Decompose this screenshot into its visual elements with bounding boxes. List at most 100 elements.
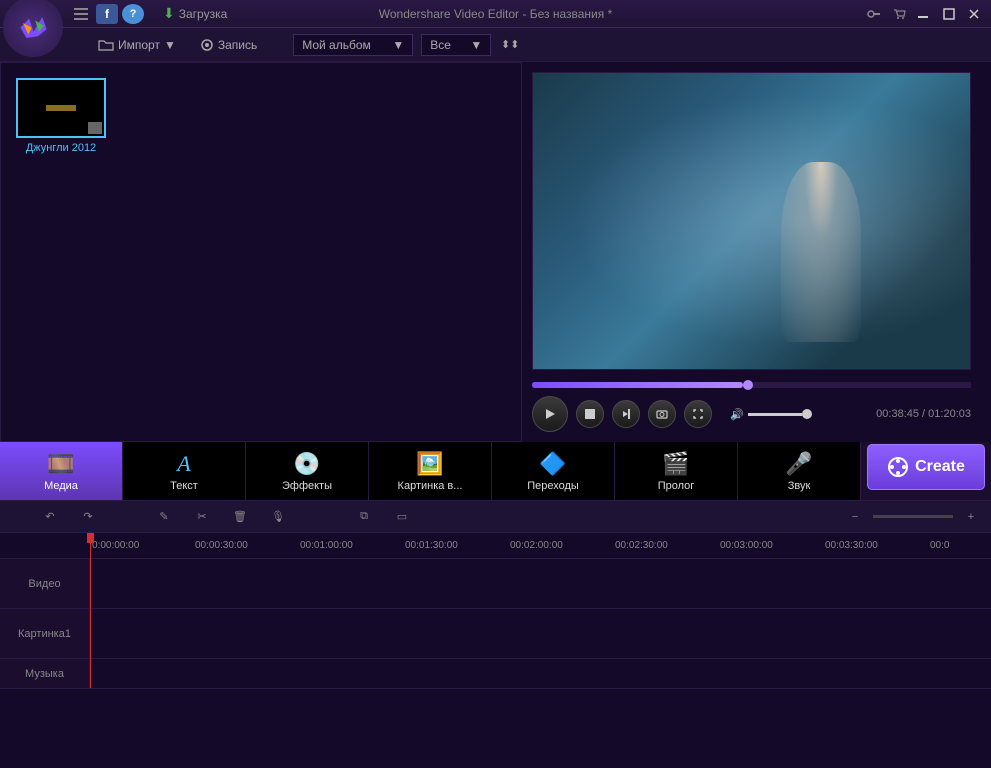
- filter-dropdown[interactable]: Все ▼: [421, 34, 491, 56]
- record-icon: [200, 38, 214, 52]
- media-thumbnail[interactable]: [16, 78, 106, 138]
- ruler-mark: 00:02:00:00: [510, 540, 563, 551]
- zoom-slider[interactable]: [873, 515, 953, 518]
- record-label: Запись: [218, 38, 257, 52]
- zoom-in-button[interactable]: +: [961, 507, 981, 527]
- record-button[interactable]: Запись: [192, 36, 265, 54]
- download-button[interactable]: ⬇ Загрузка: [163, 5, 227, 22]
- import-label: Импорт: [118, 38, 160, 52]
- volume-slider[interactable]: [748, 413, 808, 416]
- undo-button[interactable]: ↶: [40, 507, 60, 527]
- key-icon[interactable]: [863, 5, 885, 23]
- maximize-button[interactable]: [938, 5, 960, 23]
- play-button[interactable]: [532, 396, 568, 432]
- ruler-mark: 00:02:30:00: [615, 540, 668, 551]
- tab-label: Переходы: [527, 480, 579, 492]
- zoom-out-button[interactable]: −: [845, 507, 865, 527]
- tab-label: Картинка в...: [398, 480, 463, 492]
- tab-label: Медиа: [44, 480, 78, 492]
- tab-label: Пролог: [658, 480, 695, 492]
- resource-tabs: 🎞️ Медиа A Текст 💿 Эффекты 🖼️ Картинка в…: [0, 442, 861, 500]
- tab-text[interactable]: A Текст: [123, 442, 246, 500]
- dropdown-arrow-icon: ▼: [164, 38, 176, 52]
- pip-track-label: Картинка1: [0, 609, 90, 658]
- facebook-icon[interactable]: f: [96, 4, 118, 24]
- media-item[interactable]: Джунгли 2012: [16, 78, 106, 154]
- playhead[interactable]: [90, 533, 91, 558]
- media-library: Джунгли 2012: [0, 62, 522, 442]
- volume-icon[interactable]: 🔊: [730, 408, 744, 421]
- close-button[interactable]: [963, 5, 985, 23]
- delete-button[interactable]: 🗑: [230, 507, 250, 527]
- album-dropdown[interactable]: Мой альбом ▼: [293, 34, 413, 56]
- seek-handle[interactable]: [743, 380, 753, 390]
- media-toolbar: Импорт ▼ Запись Мой альбом ▼ Все ▼ ⬍⬍: [0, 28, 991, 62]
- create-label: Create: [915, 458, 965, 476]
- tab-pip[interactable]: 🖼️ Картинка в...: [369, 442, 492, 500]
- ruler-mark: 0:00:00:00: [92, 540, 139, 551]
- playhead-line: [90, 558, 91, 688]
- ruler-mark: 00:01:30:00: [405, 540, 458, 551]
- tab-transitions[interactable]: 🔷 Переходы: [492, 442, 615, 500]
- tab-media[interactable]: 🎞️ Медиа: [0, 442, 123, 500]
- chevron-down-icon: ▼: [392, 38, 404, 52]
- filter-value: Все: [430, 38, 451, 52]
- minimize-button[interactable]: [913, 5, 935, 23]
- album-value: Мой альбом: [302, 38, 371, 52]
- cut-button[interactable]: ✂: [192, 507, 212, 527]
- help-icon[interactable]: ?: [122, 4, 144, 24]
- tab-label: Звук: [788, 480, 811, 492]
- fullscreen-button[interactable]: [684, 400, 712, 428]
- text-tab-icon: A: [177, 451, 190, 477]
- volume-handle[interactable]: [802, 409, 812, 419]
- music-track[interactable]: Музыка: [0, 658, 991, 688]
- crop-button[interactable]: ⧉: [354, 507, 374, 527]
- voiceover-button[interactable]: 🎙: [268, 507, 288, 527]
- edit-button[interactable]: ✎: [154, 507, 174, 527]
- pip-track[interactable]: Картинка1: [0, 608, 991, 658]
- media-item-name: Джунгли 2012: [16, 142, 106, 154]
- tab-effects[interactable]: 💿 Эффекты: [246, 442, 369, 500]
- music-track-label: Музыка: [0, 659, 90, 688]
- import-button[interactable]: Импорт ▼: [90, 36, 184, 54]
- ruler-mark: 00:03:00:00: [720, 540, 773, 551]
- video-track-label: Видео: [0, 559, 90, 608]
- ruler-mark: 00:03:30:00: [825, 540, 878, 551]
- redo-button[interactable]: ↷: [78, 507, 98, 527]
- ruler-mark: 00:01:00:00: [300, 540, 353, 551]
- sort-icon[interactable]: ⬍⬍: [499, 35, 521, 55]
- sound-tab-icon: 🎤: [785, 451, 812, 477]
- aspect-button[interactable]: ▭: [392, 507, 412, 527]
- reel-icon: [887, 456, 909, 478]
- window-title: Wondershare Video Editor - Без названия …: [379, 7, 613, 21]
- step-button[interactable]: [612, 400, 640, 428]
- stop-button[interactable]: [576, 400, 604, 428]
- preview-viewport[interactable]: [532, 72, 971, 370]
- snapshot-button[interactable]: [648, 400, 676, 428]
- tab-intro[interactable]: 🎬 Пролог: [615, 442, 738, 500]
- ruler-mark: 00:00:30:00: [195, 540, 248, 551]
- time-display: 00:38:45 / 01:20:03: [876, 408, 971, 420]
- media-tab-icon: 🎞️: [47, 451, 74, 477]
- titlebar: f ? ⬇ Загрузка Wondershare Video Editor …: [0, 0, 991, 28]
- ruler-mark: 00:0: [930, 540, 949, 551]
- video-track[interactable]: Видео: [0, 558, 991, 608]
- seek-bar[interactable]: [532, 382, 971, 388]
- film-icon: [88, 122, 102, 134]
- download-label: Загрузка: [179, 7, 228, 21]
- pip-tab-icon: 🖼️: [416, 451, 443, 477]
- timeline-ruler[interactable]: 0:00:00:00 00:00:30:00 00:01:00:00 00:01…: [0, 532, 991, 558]
- tab-label: Текст: [170, 480, 198, 492]
- tab-sound[interactable]: 🎤 Звук: [738, 442, 861, 500]
- timeline-toolbar: ↶ ↷ ✎ ✂ 🗑 🎙 ⧉ ▭ − +: [0, 500, 991, 532]
- cart-icon[interactable]: [888, 5, 910, 23]
- transitions-tab-icon: 🔷: [539, 451, 566, 477]
- download-arrow-icon: ⬇: [163, 5, 175, 22]
- preview-panel: 🔊 00:38:45 / 01:20:03: [522, 62, 991, 442]
- chevron-down-icon: ▼: [470, 38, 482, 52]
- menu-icon[interactable]: [70, 4, 92, 24]
- timeline-tracks: Видео Картинка1 Музыка: [0, 558, 991, 688]
- create-button[interactable]: Create: [867, 444, 985, 490]
- timeline-empty-area: [0, 688, 991, 768]
- tab-label: Эффекты: [282, 480, 332, 492]
